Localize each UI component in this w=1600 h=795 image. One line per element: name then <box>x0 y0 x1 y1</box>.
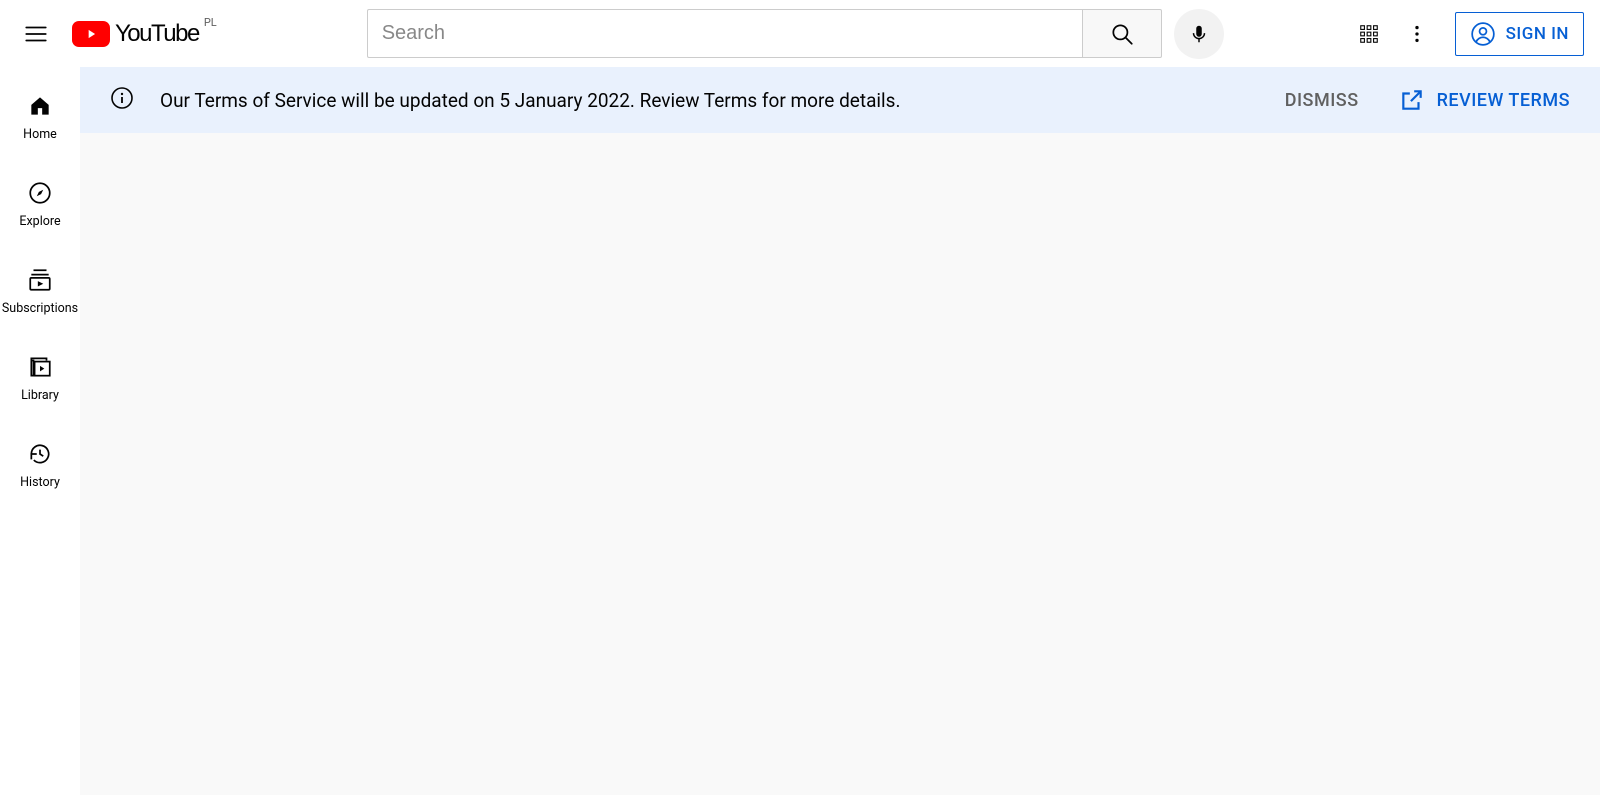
search-bar <box>367 9 1162 58</box>
sidebar-item-subscriptions[interactable]: Subscriptions <box>0 249 80 336</box>
play-badge-icon <box>72 21 110 47</box>
review-terms-button[interactable]: REVIEW TERMS <box>1399 87 1570 113</box>
kebab-icon <box>1406 23 1428 45</box>
menu-icon <box>23 21 49 47</box>
sidebar-item-label: Home <box>23 127 57 142</box>
sidebar-item-history[interactable]: History <box>0 423 80 510</box>
subscriptions-icon <box>27 267 53 293</box>
sidebar-item-library[interactable]: Library <box>0 336 80 423</box>
home-icon <box>27 93 53 119</box>
country-code: PL <box>204 16 217 29</box>
search-icon <box>1109 21 1135 47</box>
sidebar-item-label: Library <box>21 388 59 403</box>
topbar: YouTube PL <box>0 0 1600 67</box>
logo-text: YouTube <box>115 20 199 48</box>
youtube-logo[interactable]: YouTube PL <box>72 20 217 48</box>
sign-in-button[interactable]: SIGN IN <box>1455 12 1584 56</box>
banner-message: Our Terms of Service will be updated on … <box>160 89 1285 112</box>
sidebar-item-label: History <box>20 475 60 490</box>
guide-button[interactable] <box>16 14 56 54</box>
sidebar-item-label: Subscriptions <box>2 301 78 316</box>
library-icon <box>27 354 53 380</box>
search-input[interactable] <box>367 9 1082 58</box>
mini-guide: Home Explore Subscriptions Library <box>0 67 80 795</box>
search-button[interactable] <box>1082 9 1162 58</box>
topbar-right: SIGN IN <box>1349 12 1584 56</box>
apps-button[interactable] <box>1349 14 1389 54</box>
voice-search-button[interactable] <box>1174 9 1224 59</box>
sidebar-item-explore[interactable]: Explore <box>0 162 80 249</box>
settings-button[interactable] <box>1397 14 1437 54</box>
compass-icon <box>27 180 53 206</box>
history-icon <box>27 441 53 467</box>
main-content: Our Terms of Service will be updated on … <box>80 67 1600 795</box>
sidebar-item-label: Explore <box>19 214 60 229</box>
apps-grid-icon <box>1358 23 1380 45</box>
info-icon <box>110 86 134 114</box>
user-circle-icon <box>1470 21 1496 47</box>
sidebar-item-home[interactable]: Home <box>0 75 80 162</box>
external-link-icon <box>1399 87 1425 113</box>
review-terms-label: REVIEW TERMS <box>1437 90 1570 111</box>
terms-banner: Our Terms of Service will be updated on … <box>80 67 1600 133</box>
microphone-icon <box>1188 23 1210 45</box>
sign-in-label: SIGN IN <box>1506 24 1569 44</box>
dismiss-button[interactable]: DISMISS <box>1285 90 1359 111</box>
